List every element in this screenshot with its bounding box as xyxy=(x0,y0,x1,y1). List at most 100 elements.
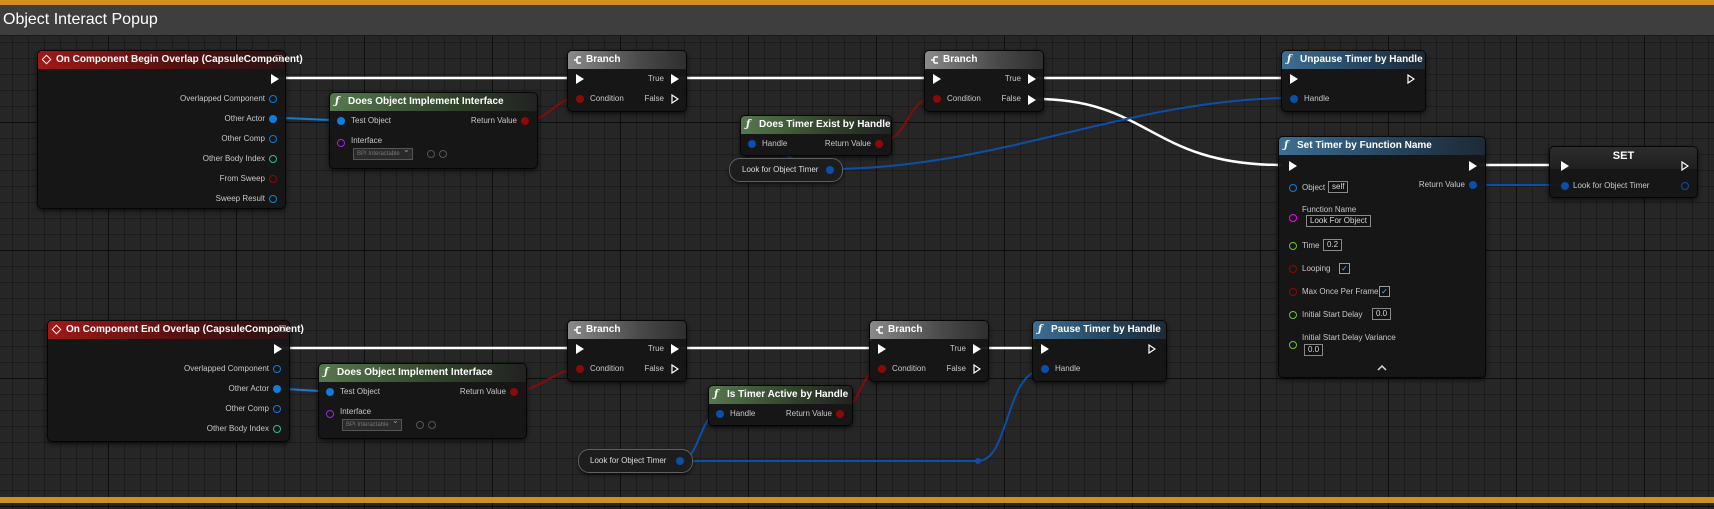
pin-label: Initial Start Delay Variance xyxy=(1302,333,1396,342)
object-pin[interactable] xyxy=(337,117,345,125)
pin-label: Overlapped Component xyxy=(184,364,269,373)
exec-true-pin[interactable] xyxy=(671,344,679,354)
exec-output-pin[interactable] xyxy=(1681,161,1689,171)
exec-true-pin[interactable] xyxy=(1028,74,1036,84)
exec-output-pin[interactable] xyxy=(271,74,279,84)
struct-pin[interactable] xyxy=(1290,95,1298,103)
pause-timer-node[interactable]: ƒ Pause Timer by Handle Handle xyxy=(1032,320,1167,382)
object-pin[interactable] xyxy=(273,365,281,373)
unpause-timer-node[interactable]: ƒ Unpause Timer by Handle Handle xyxy=(1281,50,1426,112)
object-pin[interactable] xyxy=(273,385,281,393)
does-timer-exist-node[interactable]: ƒ Does Timer Exist by Handle Handle Retu… xyxy=(740,115,892,156)
struct-pin[interactable] xyxy=(676,457,684,465)
struct-pin[interactable] xyxy=(269,195,277,203)
interface-pin[interactable] xyxy=(326,410,334,418)
exec-input-pin[interactable] xyxy=(1289,161,1297,171)
exec-false-pin[interactable] xyxy=(671,94,679,104)
exec-output-pin[interactable] xyxy=(1148,344,1156,354)
looping-checkbox[interactable]: ✓ xyxy=(1339,263,1350,274)
exec-input-pin[interactable] xyxy=(933,74,941,84)
function-name-field[interactable]: Look For Object xyxy=(1306,215,1371,227)
object-pin[interactable] xyxy=(269,95,277,103)
object-pin[interactable] xyxy=(269,115,277,123)
end-overlap-event-node[interactable]: On Component End Overlap (CapsuleCompone… xyxy=(47,320,304,442)
exec-input-pin[interactable] xyxy=(576,344,584,354)
pin-label: True xyxy=(1004,74,1021,83)
struct-pin[interactable] xyxy=(716,410,724,418)
bool-pin[interactable] xyxy=(269,175,277,183)
branch-node[interactable]: Branch True Condition False xyxy=(567,320,687,382)
exec-output-pin[interactable] xyxy=(274,344,282,354)
struct-pin[interactable] xyxy=(1041,365,1049,373)
bool-pin[interactable] xyxy=(875,140,883,148)
variable-get-node[interactable]: Look for Object Timer xyxy=(578,449,693,473)
exec-output-pin[interactable] xyxy=(1407,74,1415,84)
initial-delay-field[interactable]: 0.0 xyxy=(1372,308,1392,320)
string-pin[interactable] xyxy=(1289,214,1297,222)
exec-input-pin[interactable] xyxy=(878,344,886,354)
bool-pin[interactable] xyxy=(510,388,518,396)
exec-false-pin[interactable] xyxy=(671,364,679,374)
exec-input-pin[interactable] xyxy=(1290,74,1298,84)
struct-pin[interactable] xyxy=(748,140,756,148)
does-implement-interface-node[interactable]: ƒ Does Object Implement Interface Test O… xyxy=(318,363,527,439)
object-default-field[interactable]: self xyxy=(1328,181,1349,193)
struct-pin[interactable] xyxy=(1681,182,1689,190)
blueprint-graph-canvas[interactable]: Object Interact Popup On Component Begin… xyxy=(0,0,1714,509)
branch-node[interactable]: Branch True Condition False xyxy=(869,320,989,382)
set-timer-by-function-name-node[interactable]: ƒ Set Timer by Function Name Object self… xyxy=(1278,136,1486,378)
exec-false-pin[interactable] xyxy=(1028,95,1036,105)
bool-pin[interactable] xyxy=(576,365,584,373)
bool-pin[interactable] xyxy=(521,117,529,125)
browse-icon[interactable] xyxy=(428,421,436,429)
begin-overlap-event-node[interactable]: On Component Begin Overlap (CapsuleCompo… xyxy=(37,50,303,209)
float-pin[interactable] xyxy=(1289,242,1297,250)
pin-label: From Sweep xyxy=(219,174,265,183)
pin-label: Test Object xyxy=(351,116,392,125)
max-once-checkbox[interactable]: ✓ xyxy=(1379,286,1390,297)
exec-true-pin[interactable] xyxy=(973,344,981,354)
interface-dropdown[interactable]: BPI Interactable xyxy=(353,145,413,160)
initial-variance-field[interactable]: 0.0 xyxy=(1304,344,1324,356)
float-pin[interactable] xyxy=(1289,341,1297,349)
exec-true-pin[interactable] xyxy=(671,74,679,84)
bool-pin[interactable] xyxy=(576,95,584,103)
interface-dropdown[interactable]: BPI Interactable xyxy=(342,416,402,431)
bool-pin[interactable] xyxy=(1289,265,1297,273)
exec-output-pin[interactable] xyxy=(1469,161,1477,171)
float-pin[interactable] xyxy=(1289,311,1297,319)
variable-get-node[interactable]: Look for Object Timer xyxy=(729,158,843,182)
is-timer-active-node[interactable]: ƒ Is Timer Active by Handle Handle Retur… xyxy=(708,385,853,426)
delegate-pin-icon[interactable] xyxy=(279,325,286,332)
exec-input-pin[interactable] xyxy=(576,74,584,84)
time-field[interactable]: 0.2 xyxy=(1323,239,1343,251)
chevron-up-icon[interactable] xyxy=(1377,364,1387,372)
bool-pin[interactable] xyxy=(933,95,941,103)
int-pin[interactable] xyxy=(269,155,277,163)
object-pin[interactable] xyxy=(269,135,277,143)
struct-pin[interactable] xyxy=(826,166,834,174)
branch-node[interactable]: Branch True Condition False xyxy=(567,50,687,112)
struct-pin[interactable] xyxy=(1469,181,1477,189)
set-variable-node[interactable]: SET Look for Object Timer xyxy=(1549,146,1698,198)
struct-pin[interactable] xyxy=(1561,182,1569,190)
use-selected-icon[interactable] xyxy=(416,421,424,429)
exec-input-pin[interactable] xyxy=(1041,344,1049,354)
int-pin[interactable] xyxy=(273,425,281,433)
event-icon xyxy=(41,54,52,65)
branch-node[interactable]: Branch True Condition False xyxy=(924,50,1044,112)
bool-pin[interactable] xyxy=(1289,288,1297,296)
bool-pin[interactable] xyxy=(878,365,886,373)
does-implement-interface-node[interactable]: ƒ Does Object Implement Interface Test O… xyxy=(329,92,538,169)
browse-icon[interactable] xyxy=(439,150,447,158)
delegate-pin-icon[interactable] xyxy=(275,55,282,62)
object-pin[interactable] xyxy=(326,388,334,396)
object-pin[interactable] xyxy=(1289,184,1297,192)
exec-false-pin[interactable] xyxy=(973,364,981,374)
object-pin[interactable] xyxy=(273,405,281,413)
use-selected-icon[interactable] xyxy=(427,150,435,158)
bool-pin[interactable] xyxy=(836,410,844,418)
interface-pin[interactable] xyxy=(337,139,345,147)
exec-input-pin[interactable] xyxy=(1561,161,1569,171)
node-title: Set Timer by Function Name xyxy=(1297,140,1432,151)
